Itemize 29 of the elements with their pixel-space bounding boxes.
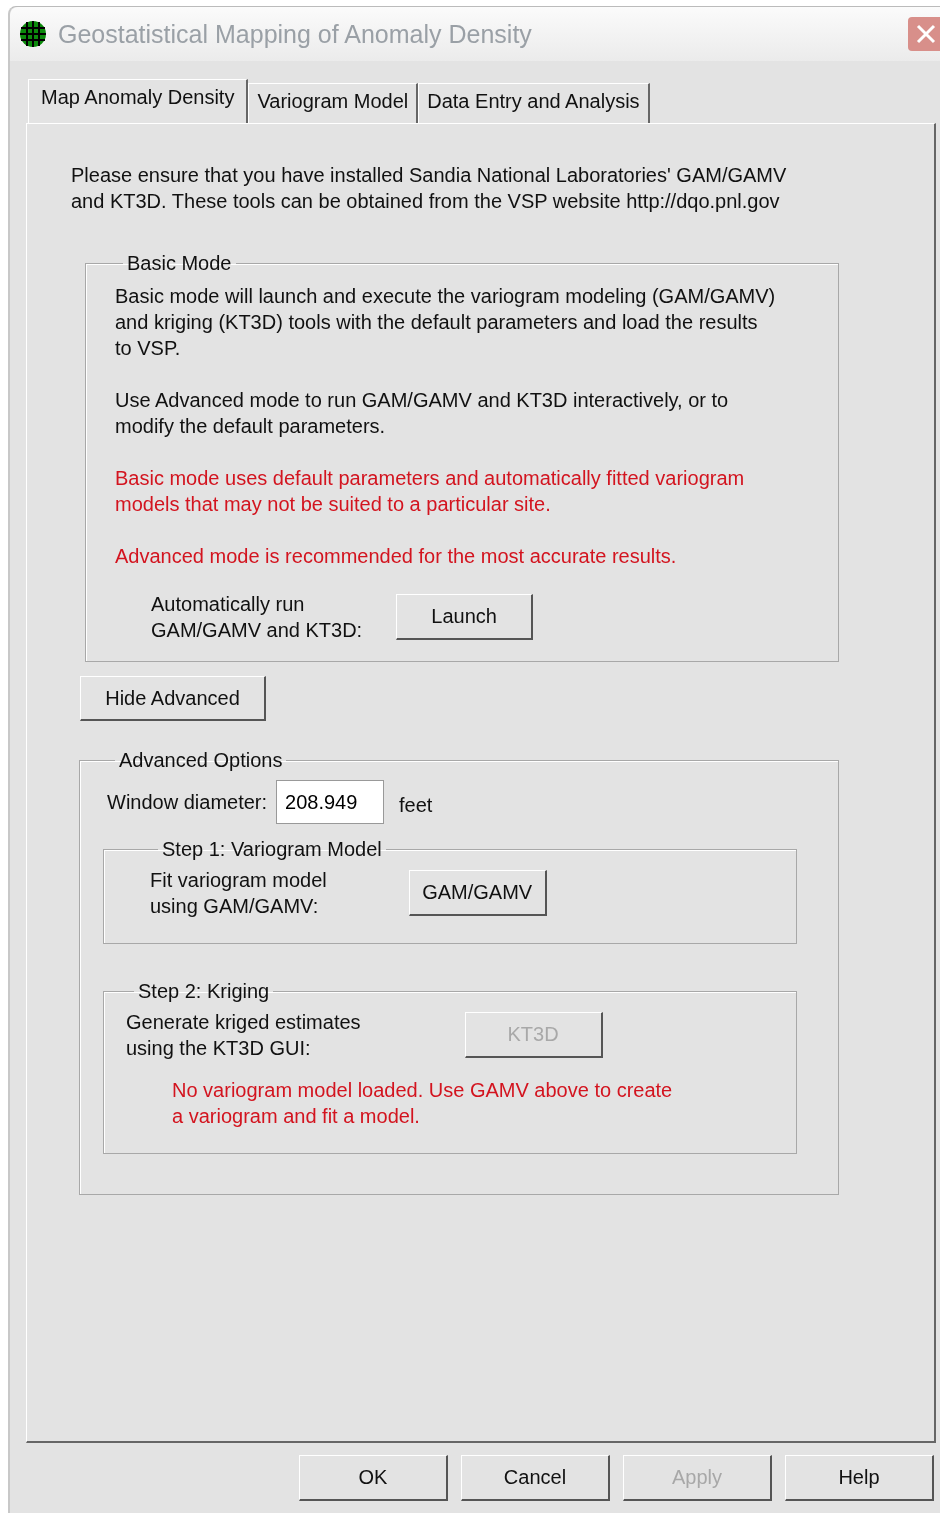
dialog-button[interactable]: Cancel xyxy=(461,1455,610,1501)
tab[interactable]: Map Anomaly Density xyxy=(28,79,249,123)
step-button[interactable]: GAM/GAMV xyxy=(408,870,547,916)
warning-text: Basic mode uses default parameters and automatically fitted variogram models that may not be suited to a particular site. xyxy=(115,466,746,517)
diameter-field[interactable]: 208.949 xyxy=(276,780,385,824)
field-label: Window diameter: xyxy=(107,790,268,814)
dialog-button[interactable]: Help xyxy=(785,1455,934,1501)
warning-text: No variogram model loaded. Use GAMV above to create a variogram and fit a model. xyxy=(172,1078,674,1129)
group-label: Advanced Options xyxy=(118,749,284,772)
tab[interactable]: Variogram Model xyxy=(248,83,419,123)
group-label: Step 2: Kriging xyxy=(137,980,271,1003)
close-button[interactable] xyxy=(908,17,940,51)
description-text: Use Advanced mode to run GAM/GAMV and KT3D interactively, or to modify the default parameters. xyxy=(115,388,730,439)
launch-button[interactable]: Launch xyxy=(396,594,534,640)
hide-advanced-button[interactable]: Hide Advanced xyxy=(80,676,266,721)
tab[interactable]: Data Entry and Analysis xyxy=(418,83,650,123)
group-label: Basic Mode xyxy=(126,252,233,275)
dialog-button[interactable]: OK xyxy=(299,1455,448,1501)
intro-text: Please ensure that you have installed Sandia National Laboratories' GAM/GAMV and KT3D. These tools can be obtained from the VSP website http://dqo.pnl.gov xyxy=(71,163,788,214)
description-text: Basic mode will launch and execute the variogram modeling (GAM/GAMV) and kriging (KT3D) tools with the default parameters and load the results to VSP. xyxy=(115,284,777,361)
warning-text: Advanced mode is recommended for the most accurate results. xyxy=(115,544,678,569)
unit-label: feet xyxy=(399,793,433,817)
group-label: Step 1: Variogram Model xyxy=(161,838,383,861)
launch-label: Automatically run GAM/GAMV and KT3D: xyxy=(151,592,363,643)
grid-globe-icon xyxy=(18,19,48,49)
window-title: Geostatistical Mapping of Anomaly Density xyxy=(58,19,533,49)
step-label: Generate kriged estimates using the KT3D GUI: xyxy=(126,1010,361,1061)
close-icon xyxy=(915,23,937,45)
step-label: Fit variogram model using GAM/GAMV: xyxy=(150,868,327,919)
